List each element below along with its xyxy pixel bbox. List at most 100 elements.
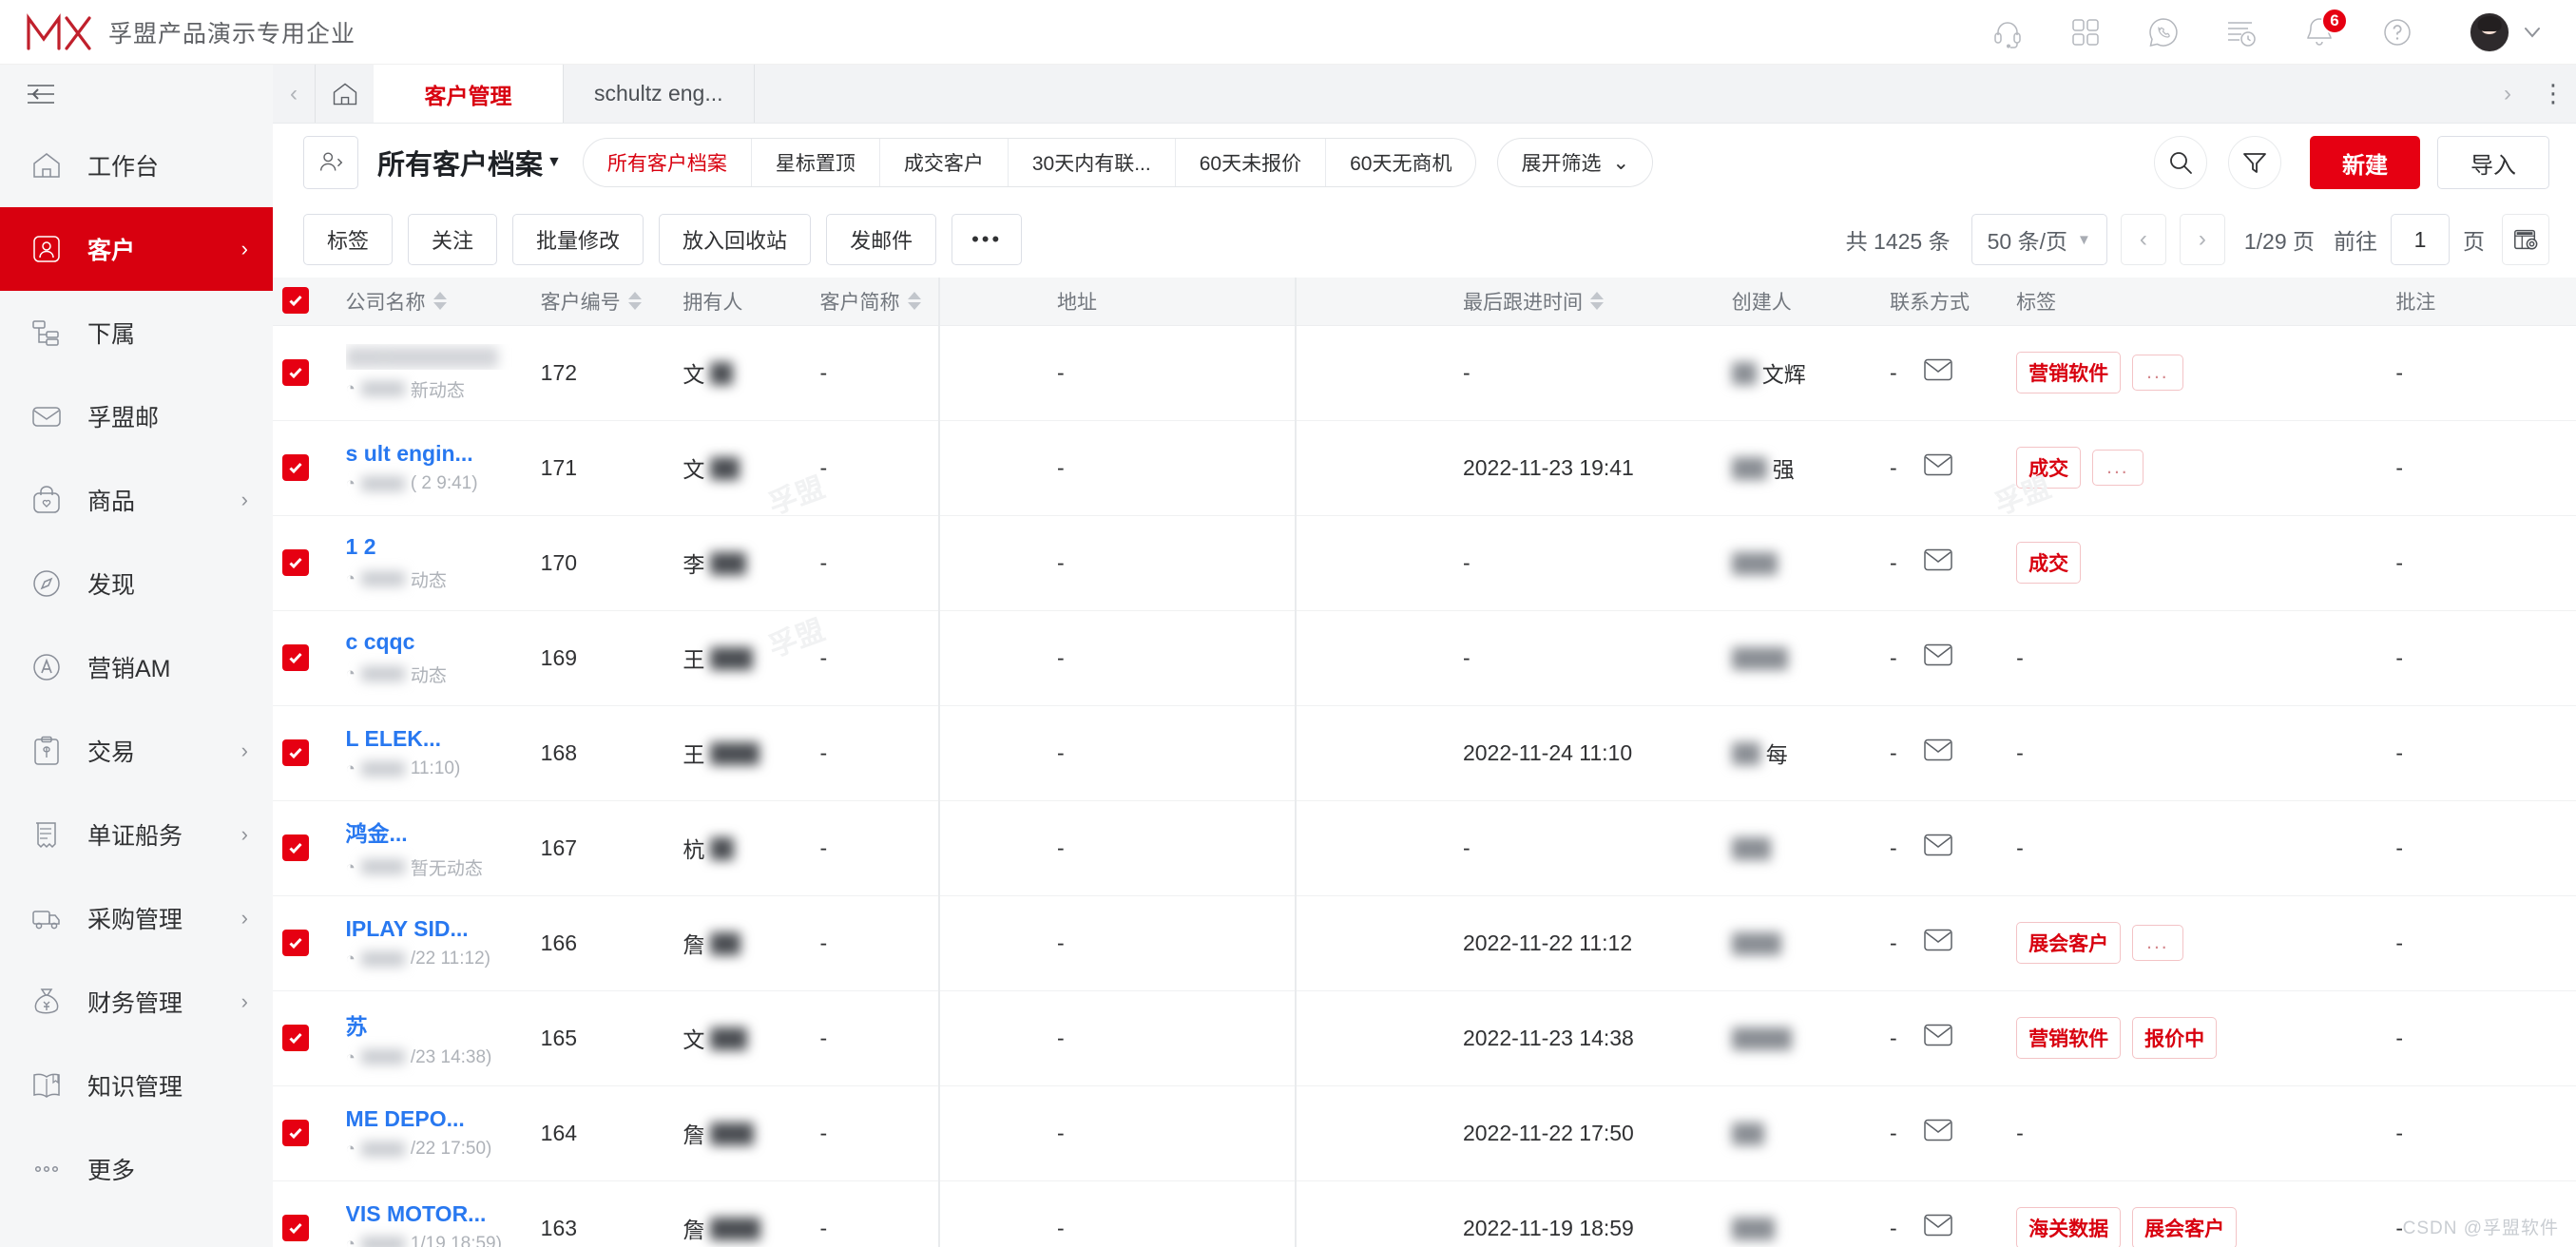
chevron-down-icon[interactable]: [2521, 21, 2544, 44]
company-name-link[interactable]: ME DEPO...: [346, 1106, 522, 1132]
row-checkbox[interactable]: [282, 1214, 309, 1241]
tag-chip[interactable]: 展会客户: [2132, 1207, 2238, 1247]
row-checkbox[interactable]: [282, 739, 309, 766]
tab-customer-management[interactable]: 客户管理: [374, 65, 564, 123]
tab-schultz-eng[interactable]: schultz eng...: [564, 65, 755, 123]
notification-bell-icon[interactable]: 6: [2300, 7, 2348, 51]
avatar[interactable]: [2470, 11, 2509, 52]
header-short-name[interactable]: 客户简称: [810, 278, 1048, 326]
cell-company-name[interactable]: 1 2 ◔ 动态: [336, 515, 531, 611]
cell-company-name[interactable]: 鸿金... ◔ 暂无动态: [336, 800, 531, 896]
row-checkbox[interactable]: [282, 929, 309, 956]
headset-icon[interactable]: [1989, 13, 2027, 51]
tag-chip[interactable]: 营销软件: [2016, 352, 2122, 393]
table-row[interactable]: 苏 ◔/23 14:38) 165 文 - -2022-11-23 14:38- 营销软件报…: [273, 990, 2576, 1086]
header-owner[interactable]: 拥有人: [673, 278, 811, 326]
tag-button[interactable]: 标签: [303, 214, 394, 265]
apps-grid-icon[interactable]: [2067, 13, 2105, 51]
sidebar-item-customer[interactable]: 客户 ›: [0, 207, 273, 291]
table-row[interactable]: s ult engin... ◔( 2 9:41) 171 文 - -2022-11-23…: [273, 420, 2576, 516]
new-button[interactable]: 新建: [2310, 136, 2420, 189]
sidebar-item-more[interactable]: 更多: [0, 1127, 273, 1211]
send-mail-button[interactable]: 发邮件: [826, 214, 937, 265]
row-checkbox[interactable]: [282, 358, 309, 386]
goto-page-input[interactable]: [2391, 214, 2450, 265]
table-row[interactable]: VIS MOTOR... ◔ 1/19 18:59) 163 詹 - -2022-11-19…: [273, 1180, 2576, 1247]
sidebar-item-marketing-am[interactable]: 营销AM: [0, 625, 273, 709]
sidebar-item-knowledge[interactable]: 知识管理: [0, 1044, 273, 1127]
tag-chip[interactable]: 展会客户: [2016, 922, 2122, 964]
company-name-link[interactable]: 鸿金...: [346, 815, 522, 848]
tag-chip[interactable]: 海关数据: [2016, 1207, 2122, 1247]
header-tags[interactable]: 标签: [2007, 278, 2387, 326]
company-name-link[interactable]: 1 2: [346, 534, 522, 560]
select-all-checkbox[interactable]: [282, 287, 309, 315]
tag-more-chip[interactable]: ...: [2132, 925, 2183, 961]
sort-icon[interactable]: [627, 292, 642, 311]
persona-switch-button[interactable]: [303, 136, 358, 189]
header-last-followup[interactable]: 最后跟进时间: [1452, 278, 1722, 326]
company-name-link[interactable]: VIS MOTOR...: [346, 1201, 522, 1227]
batch-edit-button[interactable]: 批量修改: [512, 214, 644, 265]
move-to-recycle-button[interactable]: 放入回收站: [659, 214, 812, 265]
search-button[interactable]: [2154, 136, 2207, 189]
tag-chip[interactable]: 报价中: [2132, 1017, 2218, 1059]
user-menu[interactable]: [2470, 11, 2544, 52]
cell-company-name[interactable]: 苏 ◔/23 14:38): [336, 990, 531, 1086]
company-name-link[interactable]: 苏: [346, 1008, 522, 1041]
sidebar-item-discover[interactable]: 发现: [0, 542, 273, 625]
row-checkbox[interactable]: [282, 1119, 309, 1146]
sidebar-item-deal[interactable]: 交易 ›: [0, 709, 273, 793]
sidebar-item-documents[interactable]: 单证船务 ›: [0, 793, 273, 876]
row-checkbox[interactable]: [282, 548, 309, 576]
mail-icon[interactable]: [1923, 453, 1952, 482]
tag-chip[interactable]: 成交: [2016, 542, 2082, 584]
whatsapp-icon[interactable]: [2144, 13, 2182, 51]
tag-chip[interactable]: 营销软件: [2016, 1017, 2122, 1059]
cell-company-name[interactable]: ME DEPO... ◔/22 17:50): [336, 1085, 531, 1181]
segment-closed-deal[interactable]: 成交客户: [880, 139, 1009, 186]
mail-icon[interactable]: [1923, 1119, 1952, 1147]
page-size-select[interactable]: 50 条/页 ▼: [1970, 214, 2107, 265]
header-address[interactable]: 地址: [1048, 278, 1453, 326]
tab-forward-button[interactable]: ›: [2483, 81, 2532, 107]
table-row[interactable]: ◔ 新动态 172 文 - - - 文辉 - 营销软件... -: [273, 325, 2576, 421]
tab-more-menu-icon[interactable]: ⋮: [2532, 79, 2576, 108]
row-checkbox[interactable]: [282, 643, 309, 671]
mail-icon[interactable]: [1923, 548, 1952, 577]
table-row[interactable]: IPLAY SID... ◔/22 11:12) 166 詹 - -2022-11-22 …: [273, 895, 2576, 991]
tab-back-button[interactable]: ‹: [273, 65, 315, 123]
tag-more-chip[interactable]: ...: [2092, 450, 2143, 486]
mail-icon[interactable]: [1923, 834, 1952, 862]
cell-company-name[interactable]: L ELEK... ◔ 11:10): [336, 705, 531, 801]
table-row[interactable]: 1 2 ◔ 动态 170 李 - - - - 成交 -: [273, 515, 2576, 611]
cell-company-name[interactable]: VIS MOTOR... ◔ 1/19 18:59): [336, 1180, 531, 1247]
segment-no-quote-60d[interactable]: 60天未报价: [1176, 139, 1327, 186]
sidebar-item-subordinate[interactable]: 下属: [0, 291, 273, 374]
segment-starred[interactable]: 星标置顶: [752, 139, 880, 186]
cell-company-name[interactable]: ◔ 新动态: [336, 325, 531, 421]
mail-icon[interactable]: [1923, 1024, 1952, 1052]
sidebar-item-product[interactable]: 商品 ›: [0, 458, 273, 542]
mx-logo[interactable]: [25, 10, 93, 54]
company-name-link[interactable]: IPLAY SID...: [346, 916, 522, 942]
tag-chip[interactable]: 成交: [2016, 447, 2082, 489]
row-checkbox[interactable]: [282, 1024, 309, 1051]
view-title[interactable]: 所有客户档案 ▼: [377, 143, 562, 182]
tab-home-button[interactable]: [315, 65, 374, 123]
row-checkbox[interactable]: [282, 453, 309, 481]
more-actions-button[interactable]: •••: [952, 214, 1023, 265]
sidebar-collapse-button[interactable]: [0, 65, 273, 124]
mail-icon[interactable]: [1923, 1214, 1952, 1242]
company-name-link[interactable]: c cqqc: [346, 629, 522, 655]
mail-icon[interactable]: [1923, 358, 1952, 387]
sidebar-item-purchase[interactable]: 采购管理 ›: [0, 876, 273, 960]
company-name-link[interactable]: L ELEK...: [346, 726, 522, 752]
column-settings-button[interactable]: [2502, 214, 2549, 265]
mail-icon[interactable]: [1923, 739, 1952, 767]
table-row[interactable]: 鸿金... ◔ 暂无动态 167 杭 - - - - - -: [273, 800, 2576, 896]
company-name-link[interactable]: s ult engin...: [346, 441, 522, 467]
filter-button[interactable]: [2228, 136, 2281, 189]
header-contact[interactable]: 联系方式: [1880, 278, 2008, 326]
segment-contact-30d[interactable]: 30天内有联...: [1009, 139, 1176, 186]
